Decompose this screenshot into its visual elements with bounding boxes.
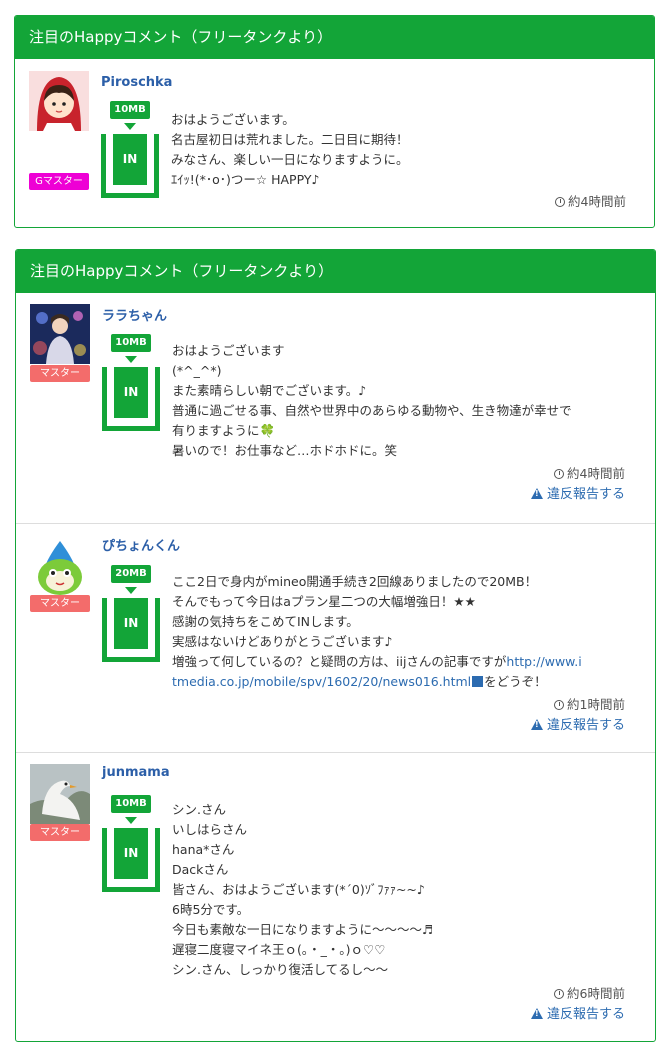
comment-line: 有りますように🍀 <box>172 423 276 438</box>
in-label: IN <box>114 367 148 418</box>
swan-photo-avatar-icon <box>30 764 90 824</box>
arrow-down-icon <box>124 123 136 130</box>
in-label: IN <box>114 598 148 649</box>
comment-entry: マスター ララちゃん 10MB IN おはようございます (*^_^*) また素… <box>16 293 655 523</box>
mb-amount-badge: 10MB <box>110 101 150 119</box>
external-link-icon[interactable] <box>472 676 484 687</box>
time-text: 約4時間前 <box>567 466 625 481</box>
comment-line: 6時5分です。 <box>172 902 250 917</box>
username-link[interactable]: ララちゃん <box>102 305 167 324</box>
comment-text: おはようございます。 名古屋初日は荒れました。二日目に期待！ みなさん、楽しい一… <box>171 110 624 190</box>
clock-icon <box>554 700 565 710</box>
comment-line: tmedia.co.jp/mobile/spv/1602/20/news016.… <box>172 672 625 692</box>
time-text: 約4時間前 <box>568 194 626 209</box>
timestamp: 約4時間前 <box>555 191 626 210</box>
comment-line: 普通に過ごせる事、自然や世界中のあらゆる動物や、生き物達が幸せで <box>172 403 572 418</box>
username-link[interactable]: ぴちょんくん <box>102 535 180 554</box>
comment-line: おはようございます。 <box>171 112 295 127</box>
tank-in-icon: IN <box>102 367 160 431</box>
comment-line: 名古屋初日は荒れました。二日目に期待！ <box>171 132 409 147</box>
comment-line: おはようございます <box>172 343 285 358</box>
avatar[interactable] <box>29 71 89 131</box>
red-hood-avatar-icon <box>29 71 89 131</box>
panel-title: 注目のHappyコメント（フリータンクより） <box>15 16 654 59</box>
avatar[interactable] <box>30 764 90 824</box>
timestamp: 約4時間前 <box>554 463 625 482</box>
clock-icon <box>554 469 565 479</box>
timestamp: 約6時間前 <box>554 983 625 1002</box>
in-label: IN <box>113 134 147 185</box>
warning-icon <box>530 1008 543 1019</box>
report-violation-link[interactable]: 違反報告する <box>530 483 625 502</box>
comment-text: ここ2日で身内がmineo開通手続き2回線ありましたので20MB！ そんでもって… <box>172 572 625 692</box>
report-violation-link[interactable]: 違反報告する <box>530 714 625 733</box>
comment-entry: Gマスター Piroschka 10MB IN おはようございます。 名古屋初日… <box>15 59 654 227</box>
comment-text: おはようございます (*^_^*) また素晴らしい朝でございます。♪ 普通に過ご… <box>172 341 625 461</box>
mb-amount-badge: 10MB <box>111 795 151 813</box>
username-link[interactable]: junmama <box>102 765 170 780</box>
comment-line: シン.さん <box>172 802 226 817</box>
report-label: 違反報告する <box>546 1007 625 1022</box>
rank-badge: マスター <box>30 595 90 612</box>
comment-line: 今日も素敵な一日になりますように〜〜〜〜♬ <box>172 922 434 937</box>
report-label: 違反報告する <box>546 487 625 502</box>
tank-in-icon: IN <box>102 598 160 662</box>
drop-character-avatar-icon <box>30 539 90 599</box>
comment-line: 実感はないけどありがとうございます♪ <box>172 634 393 649</box>
comment-line: (*^_^*) <box>172 363 222 378</box>
clock-icon <box>554 989 565 999</box>
comment-line: ここ2日で身内がmineo開通手続き2回線ありましたので20MB！ <box>172 574 538 589</box>
comment-entry: マスター ぴちょんくん 20MB IN ここ2日で身内がmineo開通手続き2回… <box>16 523 655 752</box>
happy-comments-panel: 注目のHappyコメント（フリータンクより） Gマスター Piroschka 1… <box>14 15 655 228</box>
comment-line: そんでもって今日はaプラン星二つの大幅増強日！★★ <box>172 594 476 609</box>
avatar[interactable] <box>30 539 90 599</box>
time-text: 約1時間前 <box>567 697 625 712</box>
arrow-down-icon <box>125 356 137 363</box>
comment-entry: マスター junmama 10MB IN シン.さん いしはらさん hana*さ… <box>16 752 655 1041</box>
panel-title: 注目のHappyコメント（フリータンクより） <box>16 250 655 293</box>
report-violation-link[interactable]: 違反報告する <box>530 1003 625 1022</box>
rank-badge: マスター <box>30 365 90 382</box>
comment-text-fragment: をどうぞ！ <box>484 674 547 689</box>
comment-line: hana*さん <box>172 842 235 857</box>
warning-icon <box>530 488 543 499</box>
in-label: IN <box>114 828 148 879</box>
comment-text: シン.さん いしはらさん hana*さん Dackさん 皆さん、おはようございま… <box>172 800 625 980</box>
comment-line: 皆さん、おはようございます(*´0)ｿﾞﾌｧｧ~~♪ <box>172 882 425 897</box>
comment-line: 暑いので！お仕事など…ホドホドに。笑 <box>172 443 398 458</box>
comment-line: シン.さん、しっかり復活してるし〜〜 <box>172 962 389 977</box>
comment-line: 増強って何しているの？と疑問の方は、iijさんの記事ですがhttp://www.… <box>172 652 625 672</box>
article-link[interactable]: http://www.i <box>506 654 581 669</box>
mb-amount-badge: 10MB <box>111 334 151 352</box>
warning-icon <box>530 719 543 730</box>
article-link[interactable]: tmedia.co.jp/mobile/spv/1602/20/news016.… <box>172 674 471 689</box>
mb-amount-badge: 20MB <box>111 565 151 583</box>
report-label: 違反報告する <box>546 718 625 733</box>
comment-text-fragment: 増強って何しているの？と疑問の方は、iijさんの記事ですが <box>172 654 507 669</box>
comment-line: ｴｲｯ!(*･o･)つー☆ HAPPY♪ <box>171 172 320 187</box>
comment-line: 感謝の気持ちをこめてINします。 <box>172 614 359 629</box>
comment-line: いしはらさん <box>172 822 248 837</box>
tank-in-icon: IN <box>101 134 159 198</box>
arrow-down-icon <box>125 817 137 824</box>
timestamp: 約1時間前 <box>554 694 625 713</box>
avatar[interactable] <box>30 304 90 364</box>
comment-line: また素晴らしい朝でございます。♪ <box>172 383 367 398</box>
tank-in-icon: IN <box>102 828 160 892</box>
night-photo-avatar-icon <box>30 304 90 364</box>
comment-line: Dackさん <box>172 862 229 877</box>
time-text: 約6時間前 <box>567 986 625 1001</box>
happy-comments-panel: 注目のHappyコメント（フリータンクより） マスター ララちゃん 10MB I… <box>15 249 656 1042</box>
username-link[interactable]: Piroschka <box>101 75 172 90</box>
clock-icon <box>555 197 566 207</box>
rank-badge: マスター <box>30 824 90 841</box>
comment-line: 遅寝二度寝マイネ王ｏ(｡・_・｡)ｏ♡♡ <box>172 942 386 957</box>
arrow-down-icon <box>125 587 137 594</box>
rank-badge: Gマスター <box>29 173 89 190</box>
comment-line: みなさん、楽しい一日になりますように。 <box>171 152 409 167</box>
